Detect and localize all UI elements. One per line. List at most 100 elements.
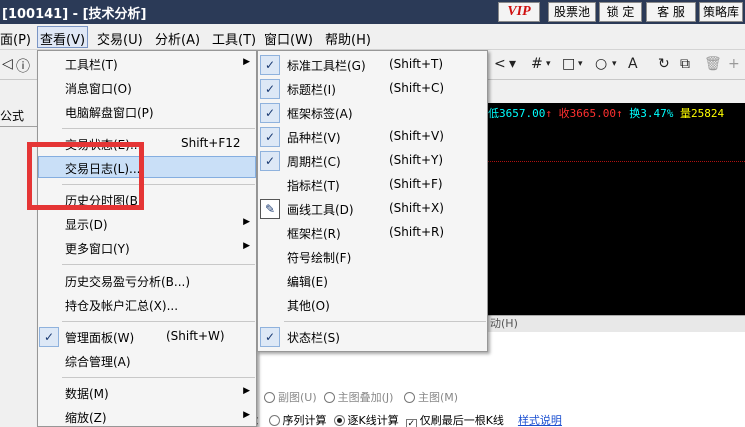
menu-view[interactable]: 查看(V)	[37, 26, 89, 48]
radio-sub[interactable]	[264, 392, 275, 403]
submenu-item-edit[interactable]: 编辑(E)	[258, 270, 487, 292]
check-icon: ✓	[260, 103, 280, 123]
submenu-item-label: 画线工具(D)	[287, 203, 354, 217]
lock-button[interactable]: 锁 定	[599, 2, 642, 22]
view-menu-item-pnl-analysis[interactable]: 历史交易盈亏分析(B...)	[38, 270, 256, 292]
submenu-item-label: 标准工具栏(G)	[287, 59, 366, 73]
quote-turnover: 换3.47%	[629, 107, 674, 120]
view-menu-item-positions[interactable]: 持仓及帐户汇总(X)...	[38, 294, 256, 316]
radio-line[interactable]	[333, 415, 345, 426]
radio-line-label: 逐K线计算	[347, 414, 399, 427]
circle-icon[interactable]: ○	[595, 56, 607, 72]
refresh-icon[interactable]: ↻	[658, 56, 670, 72]
radio-main-overlay[interactable]	[323, 392, 335, 403]
formula-tab[interactable]: 公式	[0, 107, 24, 124]
view-menu-item-data[interactable]: 数据(M) ▶	[38, 382, 256, 404]
view-menu-item-zoom[interactable]: 缩放(Z) ▶	[38, 406, 256, 427]
chevron-down-icon[interactable]: ▾	[509, 56, 516, 72]
check-icon: ✓	[260, 151, 280, 171]
radio-main-label: 主图(M)	[417, 391, 459, 404]
submenu-item-label: 框架栏(R)	[287, 227, 341, 241]
menu-tools[interactable]: 工具(T)	[212, 29, 256, 48]
submenu-item-other[interactable]: 其他(O)	[258, 294, 487, 316]
quote-close-arrow-icon: ↑	[615, 107, 623, 120]
menu-trade[interactable]: 交易(U)	[97, 29, 143, 48]
checkbox-last-only[interactable]: ✓	[405, 419, 417, 427]
menu-window[interactable]: 窗口(W)	[264, 29, 313, 48]
submenu-item-standard-toolbar[interactable]: ✓ 标准工具栏(G) (Shift+T)	[258, 54, 487, 76]
menu-page[interactable]: 面(P)	[0, 29, 31, 48]
radio-main[interactable]	[403, 392, 415, 403]
submenu-arrow-icon: ▶	[243, 386, 250, 396]
check-icon: ✓	[260, 55, 280, 75]
submenu-arrow-icon: ▶	[243, 410, 250, 420]
radio-sub-label: 副图(U)	[278, 391, 317, 404]
style-help-link[interactable]: 样式说明	[518, 414, 562, 427]
quote-low: 低3657.00	[488, 107, 546, 120]
info-icon[interactable]: ⓘ	[16, 56, 30, 76]
submenu-item-shortcut: (Shift+T)	[389, 57, 444, 71]
view-menu-item-label: 历史交易盈亏分析(B...)	[65, 275, 191, 289]
check-icon: ✓	[260, 79, 280, 99]
submenu-item-shortcut: (Shift+R)	[389, 225, 445, 239]
view-menu-item-more-windows[interactable]: 更多窗口(Y) ▶	[38, 237, 256, 259]
text-icon[interactable]: A	[628, 56, 638, 72]
calc-options-row: ： 序列计算 逐K线计算 ✓ 仅刷最后一根K线 样式说明	[254, 412, 562, 427]
submenu-item-label: 符号绘制(F)	[287, 251, 352, 265]
chevron-down-icon[interactable]: ▾	[546, 59, 551, 69]
view-menu-item-label: 综合管理(A)	[65, 355, 131, 369]
menu-divider	[62, 321, 255, 322]
submenu-item-label: 编辑(E)	[287, 275, 328, 289]
strategy-button[interactable]: 策略库	[699, 2, 743, 22]
submenu-item-status-bar[interactable]: ✓ 状态栏(S)	[258, 326, 487, 348]
submenu-item-shortcut: (Shift+X)	[389, 201, 444, 215]
draw-arrow-icon[interactable]: <	[494, 56, 506, 72]
submenu-item-shortcut: (Shift+V)	[389, 129, 444, 143]
radio-seq-label: 序列计算	[282, 414, 327, 427]
view-menu: 工具栏(T) ▶ 消息窗口(O) 电脑解盘窗口(P) 交易状态(E)... Sh…	[37, 50, 257, 427]
view-menu-item-toolbar[interactable]: 工具栏(T) ▶	[38, 53, 256, 75]
plus-icon[interactable]: +	[728, 56, 740, 72]
submenu-item-drawing-tools[interactable]: ✎ 画线工具(D) (Shift+X)	[258, 198, 487, 220]
radio-seq[interactable]	[268, 415, 280, 426]
annotation-highlight-box	[27, 142, 144, 210]
view-menu-item-message[interactable]: 消息窗口(O)	[38, 77, 256, 99]
submenu-item-frame-tabs[interactable]: ✓ 框架标签(A)	[258, 102, 487, 124]
submenu-item-symbol-bar[interactable]: ✓ 品种栏(V) (Shift+V)	[258, 126, 487, 148]
submenu-item-shortcut: (Shift+C)	[389, 81, 445, 95]
rect-icon[interactable]: □	[562, 56, 575, 72]
view-menu-item-analysis-window[interactable]: 电脑解盘窗口(P)	[38, 101, 256, 123]
copy-icon[interactable]: ⧉	[680, 56, 690, 72]
quote-low-arrow-icon: ↑	[545, 107, 552, 120]
submenu-item-frame-bar[interactable]: 框架栏(R) (Shift+R)	[258, 222, 487, 244]
chevron-down-icon[interactable]: ▾	[578, 59, 583, 69]
menu-analysis[interactable]: 分析(A)	[155, 29, 200, 48]
view-menu-item-general-management[interactable]: 综合管理(A)	[38, 350, 256, 372]
menu-help[interactable]: 帮助(H)	[325, 29, 371, 48]
submenu-arrow-icon: ▶	[243, 241, 250, 251]
service-button[interactable]: 客 服	[646, 2, 696, 22]
submenu-item-period-bar[interactable]: ✓ 周期栏(C) (Shift+Y)	[258, 150, 487, 172]
delete-icon[interactable]: 🗑	[704, 56, 722, 72]
chart-area[interactable]	[488, 103, 745, 315]
grid-icon[interactable]: #	[531, 56, 543, 72]
view-menu-item-label: 消息窗口(O)	[65, 82, 132, 96]
view-menu-item-management-panel[interactable]: ✓ 管理面板(W) (Shift+W)	[38, 326, 256, 348]
menu-bar: 面(P) 查看(V) 交易(U) 分析(A) 工具(T) 窗口(W) 帮助(H)	[0, 24, 745, 50]
view-menu-item-display[interactable]: 显示(D) ▶	[38, 213, 256, 235]
submenu-item-symbol-drawing[interactable]: 符号绘制(F)	[258, 246, 487, 268]
view-menu-item-label: 数据(M)	[65, 387, 109, 401]
vip-button[interactable]: VIP	[498, 2, 540, 22]
submenu-item-title-bar[interactable]: ✓ 标题栏(I) (Shift+C)	[258, 78, 487, 100]
price-line	[488, 161, 745, 162]
panel-bar: 动(H)	[488, 315, 745, 332]
quote-close: 收3665.00	[558, 107, 616, 120]
submenu-item-indicator-bar[interactable]: 指标栏(T) (Shift+F)	[258, 174, 487, 196]
chevron-down-icon[interactable]: ▾	[612, 59, 617, 69]
pen-icon: ✎	[260, 199, 280, 219]
stock-pool-button[interactable]: 股票池	[548, 2, 596, 22]
view-menu-item-label: 显示(D)	[65, 218, 108, 232]
quote-bar: 低3657.00↑ 收3665.00↑ 换3.47% 量25824	[488, 104, 745, 124]
overlay-options-row: 副图(U) 主图叠加(J) 主图(M)	[264, 389, 458, 405]
toolbar-arrow-icon[interactable]: ◁	[2, 56, 13, 72]
